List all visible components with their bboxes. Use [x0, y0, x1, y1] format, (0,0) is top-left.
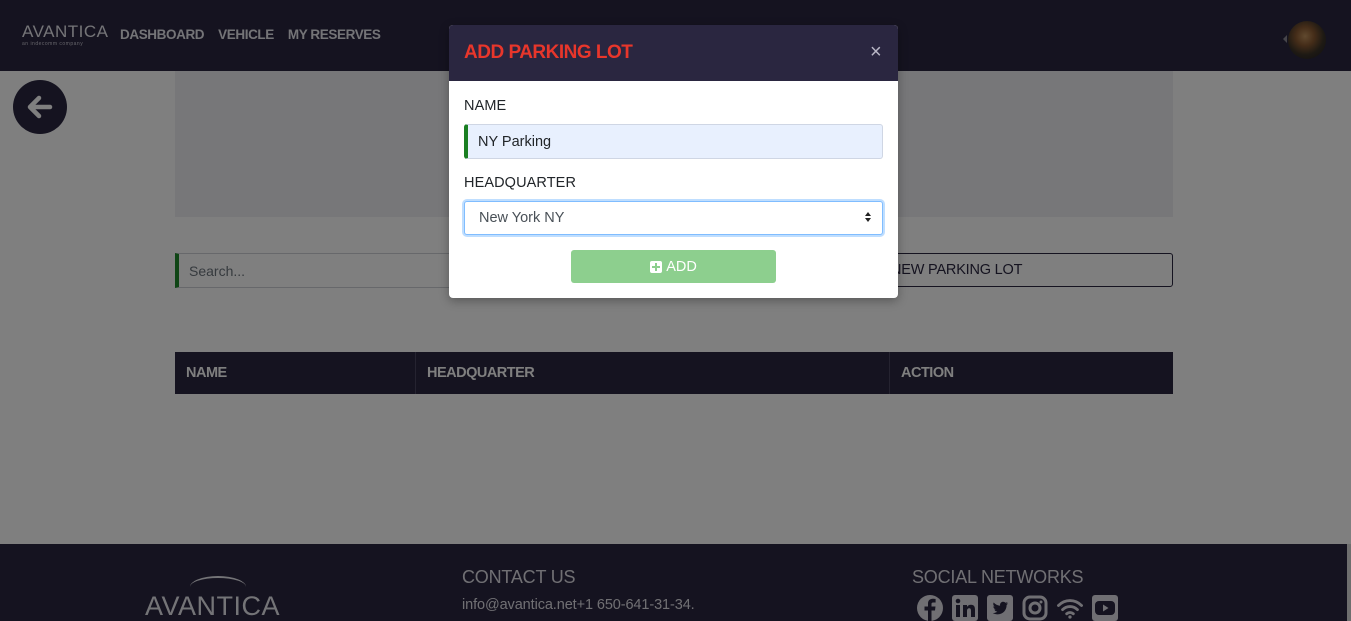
plus-square-icon	[650, 260, 663, 273]
name-label: NAME	[464, 98, 507, 114]
scrollbar[interactable]	[1347, 544, 1351, 621]
select-arrows-icon	[865, 212, 872, 225]
headquarter-selected-value: New York NY	[479, 210, 565, 226]
modal-header: ADD PARKING LOT ×	[449, 25, 898, 81]
headquarter-label: HEADQUARTER	[464, 175, 577, 191]
modal-title: ADD PARKING LOT	[464, 42, 633, 63]
close-icon[interactable]: ×	[870, 42, 882, 62]
add-parking-lot-modal: ADD PARKING LOT × NAME HEADQUARTER New Y…	[449, 25, 898, 298]
add-button-label: ADD	[666, 258, 697, 275]
headquarter-select[interactable]: New York NY	[464, 201, 883, 235]
name-input[interactable]	[464, 124, 883, 159]
add-button[interactable]: ADD	[571, 250, 776, 283]
